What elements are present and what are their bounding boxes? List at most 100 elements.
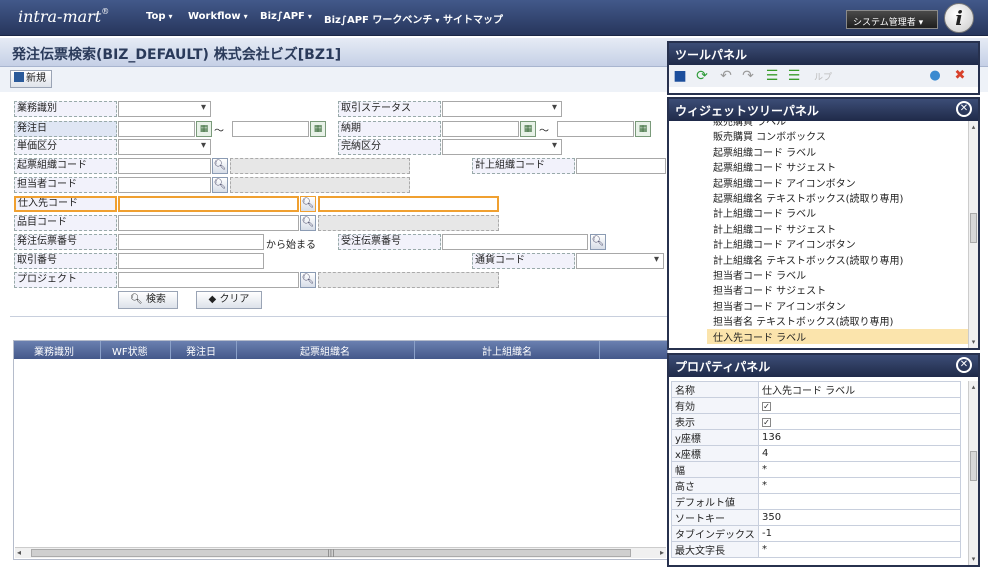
property-value[interactable]: ✓	[758, 397, 961, 414]
tree-item[interactable]: 販売購買 コンボボックス	[713, 128, 826, 143]
tree-item[interactable]: 起票組織名 テキストボックス(読取り専用)	[713, 190, 903, 205]
property-value[interactable]	[758, 493, 961, 510]
search-icon[interactable]: 🔍︎	[300, 196, 316, 212]
calendar-icon[interactable]: ▦	[310, 121, 326, 137]
nav-top[interactable]: Top ▾	[146, 11, 173, 22]
hacchu-no-input[interactable]	[118, 234, 264, 250]
tanto-code-input[interactable]	[118, 177, 211, 193]
horizontal-scrollbar[interactable]: ◂ ||| ▸	[15, 547, 666, 558]
close-icon[interactable]: ✕	[956, 101, 972, 117]
grid-column-header[interactable]: 計上組織名	[482, 343, 532, 358]
scroll-down-icon[interactable]: ▾	[969, 555, 978, 563]
property-checkbox[interactable]: ✓	[762, 402, 771, 411]
clear-button[interactable]: ◆ クリア	[196, 291, 262, 309]
grid-column-header[interactable]: WF状態	[112, 343, 148, 358]
result-grid: 業務識別 WF状態 発注日 起票組織名 計上組織名 ◂ ||| ▸	[13, 340, 668, 560]
nav-biz-apf-workbench[interactable]: Biz∫APF ワークベンチ ▾	[324, 11, 439, 26]
vertical-scrollbar[interactable]: ▴ ▾	[968, 121, 978, 348]
scrollbar-thumb[interactable]: |||	[31, 549, 631, 557]
undo-icon[interactable]: ↶	[718, 68, 734, 84]
search-icon[interactable]: 🔍︎	[300, 215, 316, 231]
tree-item[interactable]: 起票組織コード アイコンボタン	[713, 175, 856, 190]
property-value[interactable]: 4	[758, 445, 961, 462]
calendar-icon[interactable]: ▦	[635, 121, 651, 137]
nav-sitemap[interactable]: サイトマップ	[443, 11, 503, 26]
grid-column-header[interactable]: 発注日	[186, 343, 216, 358]
scroll-up-icon[interactable]: ▴	[969, 123, 978, 131]
grid-column-header[interactable]: 起票組織名	[300, 343, 350, 358]
property-key: タブインデックス	[671, 525, 759, 542]
scroll-up-icon[interactable]: ▴	[969, 383, 978, 391]
scrollbar-thumb[interactable]	[970, 213, 977, 243]
tsuka-code-select[interactable]	[576, 253, 664, 269]
hinmoku-code-input[interactable]	[118, 215, 299, 231]
property-checkbox[interactable]: ✓	[762, 418, 771, 427]
tanka-kubun-select[interactable]	[118, 139, 211, 155]
shiire-code-label[interactable]: 仕入先コード	[14, 196, 117, 212]
save-icon[interactable]: ■	[672, 68, 688, 84]
close-icon[interactable]: ✖	[952, 68, 968, 84]
hacchubi-from-input[interactable]	[118, 121, 195, 137]
juchu-no-input[interactable]	[442, 234, 588, 250]
page-title: 発注伝票検索(BIZ_DEFAULT) 株式会社ビズ[BZ1]	[12, 47, 342, 63]
gyomu-select[interactable]	[118, 101, 211, 117]
tree-item[interactable]: 担当者名 テキストボックス(読取り専用)	[713, 313, 893, 328]
tree-item[interactable]: 起票組織コード ラベル	[713, 144, 816, 159]
nav-biz-apf[interactable]: Biz∫APF ▾	[260, 11, 312, 22]
shiire-code-input[interactable]	[118, 196, 299, 212]
keijo-code-input[interactable]	[576, 158, 666, 174]
tree-item[interactable]: 起票組織コード サジェスト	[713, 159, 836, 174]
tree-item[interactable]: 仕入先コード ラベル	[707, 328, 978, 344]
vertical-scrollbar[interactable]: ▴ ▾	[968, 381, 978, 565]
hacchubi-to-input[interactable]	[232, 121, 309, 137]
tree-item[interactable]: 計上組織コード サジェスト	[713, 221, 836, 236]
tree-item[interactable]: 担当者コード ラベル	[713, 267, 806, 282]
noki-from-input[interactable]	[442, 121, 519, 137]
property-value[interactable]: *	[758, 477, 961, 494]
refresh-icon[interactable]: ⟳	[694, 68, 710, 84]
search-icon[interactable]: 🔍︎	[300, 272, 316, 288]
calendar-icon[interactable]: ▦	[196, 121, 212, 137]
redo-icon[interactable]: ↷	[740, 68, 756, 84]
scrollbar-thumb[interactable]	[970, 451, 977, 481]
search-icon[interactable]: 🔍︎	[590, 234, 606, 250]
noki-to-input[interactable]	[557, 121, 634, 137]
property-value[interactable]: *	[758, 541, 961, 558]
tree-item[interactable]: 計上組織コード ラベル	[713, 205, 816, 220]
align-right-icon[interactable]: ☰	[786, 68, 802, 84]
property-value[interactable]: *	[758, 461, 961, 478]
scroll-right-icon[interactable]: ▸	[660, 548, 664, 557]
property-value[interactable]: 仕入先コード ラベル	[758, 381, 961, 398]
property-value[interactable]: ✓	[758, 413, 961, 430]
user-menu-button[interactable]: システム管理者 ▾	[846, 10, 938, 29]
new-button[interactable]: 新規	[10, 70, 52, 88]
intra-mart-logo[interactable]: intra-mart®	[18, 7, 109, 26]
tree-item[interactable]: 計上組織コード アイコンボタン	[713, 236, 856, 251]
tree-item[interactable]: 担当者コード アイコンボタン	[713, 298, 846, 313]
close-icon[interactable]: ✕	[956, 357, 972, 373]
torihiki-status-select[interactable]	[442, 101, 562, 117]
torihiki-status-label: 取引ステータス	[338, 101, 441, 117]
info-logo-icon[interactable]: i	[944, 3, 974, 33]
help-icon[interactable]: ●	[927, 68, 943, 84]
tree-item[interactable]: 担当者コード サジェスト	[713, 282, 826, 297]
property-value[interactable]: 350	[758, 509, 961, 526]
property-key: 高さ	[671, 477, 759, 494]
calendar-icon[interactable]: ▦	[520, 121, 536, 137]
scroll-down-icon[interactable]: ▾	[969, 338, 978, 346]
scroll-left-icon[interactable]: ◂	[17, 548, 21, 557]
kihyo-code-input[interactable]	[118, 158, 211, 174]
search-button[interactable]: 🔍︎ 検索	[118, 291, 178, 309]
property-value[interactable]: -1	[758, 525, 961, 542]
align-left-icon[interactable]: ☰	[764, 68, 780, 84]
project-input[interactable]	[118, 272, 299, 288]
nav-workflow[interactable]: Workflow ▾	[188, 11, 248, 22]
kanno-kubun-select[interactable]	[442, 139, 562, 155]
grid-column-header[interactable]: 業務識別	[34, 343, 74, 358]
search-icon[interactable]: 🔍︎	[212, 177, 228, 193]
search-icon[interactable]: 🔍︎	[212, 158, 228, 174]
property-value[interactable]: 136	[758, 429, 961, 446]
tree-item[interactable]: 計上組織名 テキストボックス(読取り専用)	[713, 252, 903, 267]
torihiki-no-input[interactable]	[118, 253, 264, 269]
tree-item[interactable]: 販売購買 ラベル	[713, 121, 786, 128]
